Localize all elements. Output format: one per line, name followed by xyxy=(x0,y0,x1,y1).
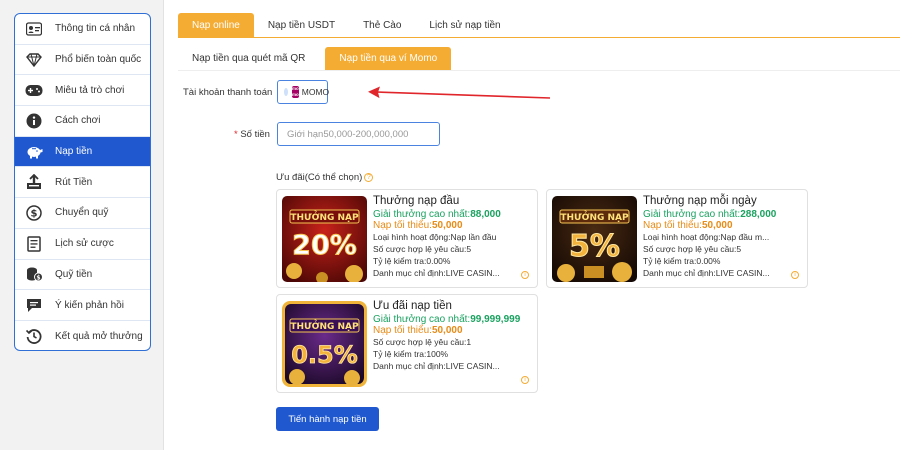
sidebar-item-bet-history[interactable]: Lịch sử cược xyxy=(15,229,150,260)
history-icon xyxy=(25,327,43,345)
promo-detail: Tỷ lệ kiểm tra:0.00% xyxy=(643,256,721,266)
sidebar-item-label: Chuyển quỹ xyxy=(55,207,109,219)
tab-card[interactable]: Thẻ Cào xyxy=(349,13,415,37)
info-icon[interactable]: i xyxy=(521,376,529,384)
withdraw-icon xyxy=(25,173,43,191)
sidebar-item-label: Kết quả mở thưởng xyxy=(55,330,143,342)
subtabs-divider xyxy=(178,70,900,71)
promo-label: Ưu đãi(Có thể chọn)? xyxy=(276,172,374,183)
min-label: Nạp tối thiểu: xyxy=(643,220,702,231)
info-icon[interactable]: i xyxy=(521,271,529,279)
promo-thumbnail: THƯỞNG NẠP 20% xyxy=(282,196,367,282)
promo-title: Thưởng nạp đầu xyxy=(373,195,460,207)
tab-usdt-deposit[interactable]: Nạp tiền USDT xyxy=(254,13,349,37)
max-label: Giải thưởng cao nhất: xyxy=(373,209,471,220)
min-value: 50,000 xyxy=(431,325,463,336)
min-value: 50,000 xyxy=(701,220,733,231)
max-value: 88,000 xyxy=(470,209,501,220)
sidebar-item-label: Thông tin cá nhân xyxy=(55,23,136,35)
sidebar-item-promotions[interactable]: Phổ biến toàn quốc xyxy=(15,45,150,76)
max-label: Giải thưởng cao nhất: xyxy=(643,209,741,220)
info-icon[interactable]: i xyxy=(791,271,799,279)
promo-card-daily-deposit[interactable]: THƯỞNG NẠP 5% Thưởng nạp mỗi ngày Giải t… xyxy=(546,189,808,288)
user-card-icon xyxy=(25,20,43,38)
amount-input[interactable] xyxy=(277,122,440,146)
badge-value-text: 5% xyxy=(569,229,620,264)
min-label: Nạp tối thiểu: xyxy=(373,220,432,231)
momo-logo: mo mo xyxy=(292,86,299,98)
promo-thumbnail: THƯỞNG NẠP 5% xyxy=(552,196,637,282)
sidebar-item-label: Nạp tiền xyxy=(55,146,93,158)
dollar-circle-icon: $ xyxy=(25,204,43,222)
promo-detail: Số cược hợp lệ yêu cầu:5 xyxy=(373,244,472,254)
diamond-icon xyxy=(25,51,43,69)
tab-online-deposit[interactable]: Nạp online xyxy=(178,13,254,37)
sidebar-item-profile[interactable]: Thông tin cá nhân xyxy=(15,14,150,45)
chat-icon xyxy=(25,296,43,314)
sidebar-item-label: Rút Tiền xyxy=(55,176,93,188)
svg-text:$: $ xyxy=(36,275,40,282)
tabs-divider xyxy=(178,37,900,38)
promo-title: Thưởng nạp mỗi ngày xyxy=(643,195,757,207)
promo-detail: Tỷ lệ kiểm tra:0.00% xyxy=(373,256,451,266)
sidebar-item-fund[interactable]: $ Quỹ tiền xyxy=(15,260,150,291)
min-value: 50,000 xyxy=(431,220,463,231)
coins-icon: $ xyxy=(25,265,43,283)
min-label: Nạp tối thiểu: xyxy=(373,325,432,336)
sidebar-item-label: Cách chơi xyxy=(55,115,101,127)
sidebar-item-deposit[interactable]: Nạp tiền xyxy=(15,136,150,168)
momo-account-option[interactable]: mo mo MOMO xyxy=(277,80,330,104)
sidebar-item-label: Phổ biến toàn quốc xyxy=(55,54,142,66)
promo-title: Ưu đãi nạp tiền xyxy=(373,300,452,312)
list-icon xyxy=(25,235,43,253)
promo-detail: Loại hình hoạt động:Nạp đầu m... xyxy=(643,232,770,242)
submit-deposit-button[interactable]: Tiến hành nạp tiền xyxy=(276,407,379,431)
svg-text:$: $ xyxy=(31,208,38,219)
gamepad-icon xyxy=(25,81,43,99)
sidebar-item-label: Ý kiến phản hồi xyxy=(55,299,124,311)
sidebar-item-transfer[interactable]: $ Chuyển quỹ xyxy=(15,198,150,229)
sidebar-item-withdraw[interactable]: Rút Tiền xyxy=(15,167,150,199)
promo-thumbnail: THƯỞNG NẠP 0.5% xyxy=(282,301,367,387)
piggy-bank-icon xyxy=(25,143,43,161)
amount-label-text: Số tiền xyxy=(240,129,270,140)
deposit-channel-tabs: Nạp tiền qua quét mã QR Nạp tiền qua ví … xyxy=(178,47,452,70)
account-label: Tài khoản thanh toán xyxy=(183,87,273,98)
promo-label-text: Ưu đãi(Có thể chọn) xyxy=(276,172,363,183)
promo-detail: Danh mục chỉ định:LIVE CASIN... xyxy=(373,268,500,278)
required-mark: * xyxy=(234,129,238,140)
subtab-momo[interactable]: Nạp tiền qua ví Momo xyxy=(325,47,452,70)
sidebar-item-label: Lịch sử cược xyxy=(55,238,114,250)
sidebar-item-label: Miêu tả trò chơi xyxy=(55,84,125,96)
sidebar-item-how-to-play[interactable]: Cách chơi xyxy=(15,106,150,137)
sidebar-item-label: Quỹ tiền xyxy=(55,268,93,280)
max-value: 288,000 xyxy=(740,209,777,220)
promo-detail: Danh mục chỉ định:LIVE CASIN... xyxy=(373,361,500,371)
amount-label: * Số tiền xyxy=(234,129,270,140)
promo-detail: Số cược hợp lệ yêu cầu:5 xyxy=(643,244,742,254)
tab-deposit-history[interactable]: Lịch sử nạp tiền xyxy=(415,13,514,37)
sidebar-item-results[interactable]: Kết quả mở thưởng xyxy=(15,321,150,350)
annotation-arrow-icon xyxy=(368,86,551,99)
promo-detail: Số cược hợp lệ yêu cầu:1 xyxy=(373,337,472,347)
info-icon xyxy=(25,112,43,130)
max-label: Giải thưởng cao nhất: xyxy=(373,314,471,325)
radio-selected-icon xyxy=(284,88,288,96)
sidebar-item-feedback[interactable]: Ý kiến phản hồi xyxy=(15,290,150,321)
promo-detail: Loại hình hoạt động:Nạp lần đầu xyxy=(373,232,497,242)
sidebar-item-game-description[interactable]: Miêu tả trò chơi xyxy=(15,75,150,107)
badge-value-text: 20% xyxy=(292,230,357,261)
promo-detail: Danh mục chỉ định:LIVE CASIN... xyxy=(643,268,770,278)
momo-label: MOMO xyxy=(301,87,330,97)
deposit-method-tabs: Nạp online Nạp tiền USDT Thẻ Cào Lịch sử… xyxy=(178,13,515,37)
badge-value-text: 0.5% xyxy=(291,341,358,369)
subtab-qr[interactable]: Nạp tiền qua quét mã QR xyxy=(178,47,319,70)
promo-card-first-deposit[interactable]: THƯỞNG NẠP 20% Thưởng nạp đầu Giải thưởn… xyxy=(276,189,538,288)
promo-detail: Tỷ lệ kiểm tra:100% xyxy=(373,349,449,359)
max-value: 99,999,999 xyxy=(470,314,521,325)
main-panel: Nạp online Nạp tiền USDT Thẻ Cào Lịch sử… xyxy=(163,0,900,450)
sidebar: Thông tin cá nhân Phổ biến toàn quốc Miê… xyxy=(14,13,151,351)
help-icon[interactable]: ? xyxy=(364,172,374,182)
promo-card-deposit-bonus[interactable]: THƯỞNG NẠP 0.5% Ưu đãi nạp tiền Giải thư… xyxy=(276,294,538,393)
